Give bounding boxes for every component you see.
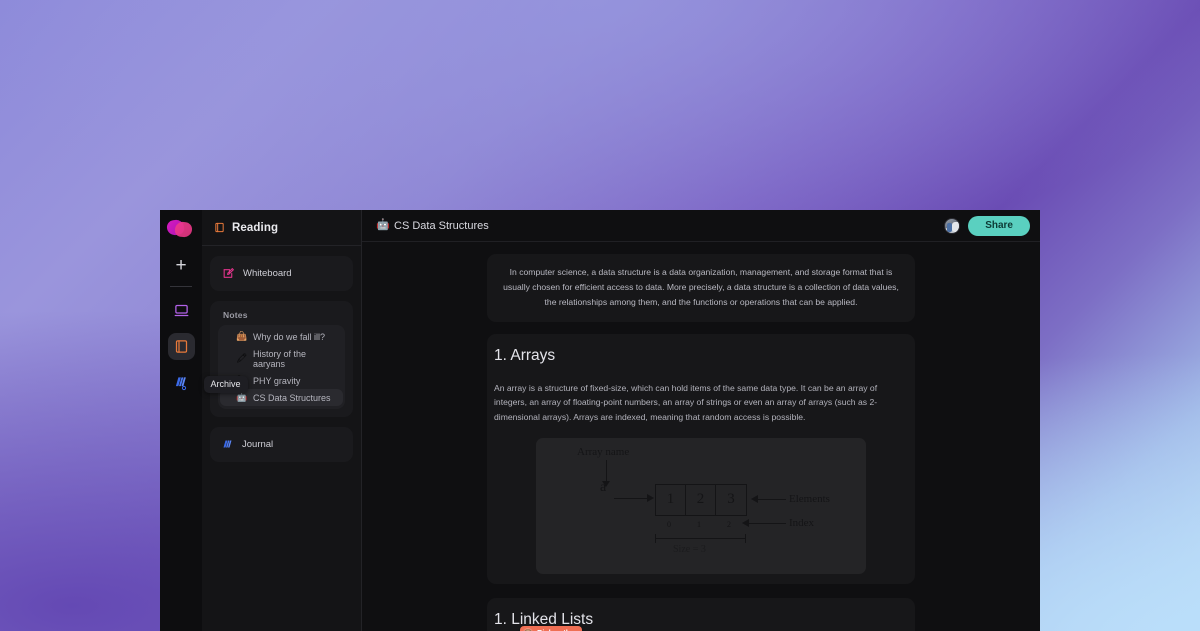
- section-linked-lists: 1. Linked Lists Rick astley A linked: [487, 597, 915, 631]
- robot-emoji-icon: 🤖: [376, 219, 390, 232]
- collaborator-avatar-icon: [523, 627, 533, 631]
- section-heading: 1. Arrays: [494, 346, 556, 364]
- diagram-label-size: Size = 3: [673, 543, 706, 555]
- notes-sidebar: Reading Whiteboard Notes 👜 Why do we fal…: [202, 210, 362, 631]
- journal-card: Journal: [210, 427, 353, 462]
- sidebar-item-label: Journal: [242, 439, 274, 450]
- diagram-label-index: Index: [789, 516, 815, 529]
- sidebar-body: Whiteboard Notes 👜 Why do we fall ill? 🖍…: [202, 246, 361, 472]
- page-title: CS Data Structures: [394, 219, 489, 232]
- note-label: History of the aaryans: [253, 348, 307, 369]
- sidebar-title: Reading: [232, 221, 279, 234]
- sidebar-item-whiteboard[interactable]: Whiteboard: [214, 262, 349, 285]
- pen-emoji-icon: 🖍: [236, 353, 248, 363]
- rail-item-reading[interactable]: [167, 333, 195, 360]
- note-label: PHY gravity: [253, 375, 301, 386]
- diagram-size-tick-right: [745, 533, 747, 543]
- app-window: + Archive Reading Whiteboard Notes 👜 Why…: [160, 210, 1040, 631]
- diagram-cell: 1: [656, 484, 686, 515]
- document-scroll-area[interactable]: In computer science, a data structure is…: [362, 242, 1040, 631]
- pen-square-icon: [222, 267, 235, 280]
- document-header: 🤖 CS Data Structures Share: [362, 210, 1040, 243]
- avatar[interactable]: [944, 217, 961, 234]
- diagram-index: 1: [697, 519, 701, 529]
- list-item[interactable]: 👜 Why do we fall ill?: [220, 328, 343, 345]
- diagram-label-elements: Elements: [789, 492, 830, 505]
- section-arrays: 1. Arrays An array is a structure of fix…: [487, 333, 915, 584]
- diagram-label-variable: a: [600, 479, 607, 495]
- notes-section-title: Notes: [223, 310, 248, 320]
- diagram-size-tick-left: [655, 533, 657, 543]
- diagram-arrowhead-right: [647, 493, 654, 502]
- logo-blob-right: [174, 221, 193, 238]
- main-content: 🤖 CS Data Structures Share In computer s…: [362, 210, 1040, 631]
- diagram-arrowhead-index: [742, 518, 749, 527]
- intro-card: In computer science, a data structure is…: [487, 254, 915, 322]
- diagram-index: 2: [727, 519, 731, 529]
- book-icon: [174, 339, 189, 354]
- sidebar-item-label: Whiteboard: [243, 268, 292, 279]
- sidebar-header: Reading: [202, 210, 361, 246]
- notes-card: Notes 👜 Why do we fall ill? 🖍 History of…: [210, 301, 353, 417]
- book-icon: [214, 222, 225, 233]
- array-diagram-image: Array name a 1 2 3 0 1 2 Elements Index …: [536, 437, 866, 574]
- list-item[interactable]: 🖍 History of the aaryans: [220, 345, 343, 372]
- layers-icon: [174, 375, 189, 391]
- monitor-icon: [174, 303, 189, 318]
- diagram-index: 0: [667, 519, 671, 529]
- note-label: CS Data Structures: [253, 392, 331, 403]
- diagram-array-boxes: 1 2 3: [655, 483, 747, 516]
- diagram-arrow-horizontal: [614, 497, 648, 499]
- collaborator-cursor-label: Rick astley: [520, 625, 583, 631]
- diagram-cell: 2: [686, 484, 716, 515]
- diagram-cell: 3: [727, 491, 735, 508]
- diagram-elements-leader: [758, 498, 786, 500]
- diagram-size-bracket: [655, 537, 746, 539]
- rail-divider: [170, 286, 192, 287]
- diagram-label-array-name: Array name: [577, 445, 630, 458]
- add-button[interactable]: +: [168, 252, 194, 278]
- archive-tooltip: Archive: [203, 376, 248, 393]
- sidebar-item-journal[interactable]: Journal: [214, 433, 349, 456]
- icon-rail: + Archive: [160, 210, 248, 631]
- share-button[interactable]: Share: [968, 215, 1030, 236]
- desktop-background: + Archive Reading Whiteboard Notes 👜 Why…: [0, 0, 1200, 631]
- intro-paragraph: In computer science, a data structure is…: [503, 267, 899, 307]
- diagram-index-leader: [749, 522, 786, 524]
- note-label: Why do we fall ill?: [253, 331, 326, 342]
- purse-emoji-icon: 👜: [236, 331, 248, 341]
- whiteboard-card: Whiteboard: [210, 256, 353, 291]
- section-paragraph: An array is a structure of fixed-size, w…: [494, 382, 878, 422]
- rail-item-archive[interactable]: Archive: [168, 369, 248, 396]
- diagram-arrow-vertical: [606, 459, 608, 482]
- layers-icon: [222, 438, 234, 451]
- robot-emoji-icon: 🤖: [236, 392, 248, 402]
- rail-item-whiteboard[interactable]: [168, 297, 195, 324]
- notes-list: 👜 Why do we fall ill? 🖍 History of the a…: [218, 325, 345, 409]
- app-logo[interactable]: [166, 218, 195, 238]
- diagram-arrowhead-elements: [751, 494, 758, 503]
